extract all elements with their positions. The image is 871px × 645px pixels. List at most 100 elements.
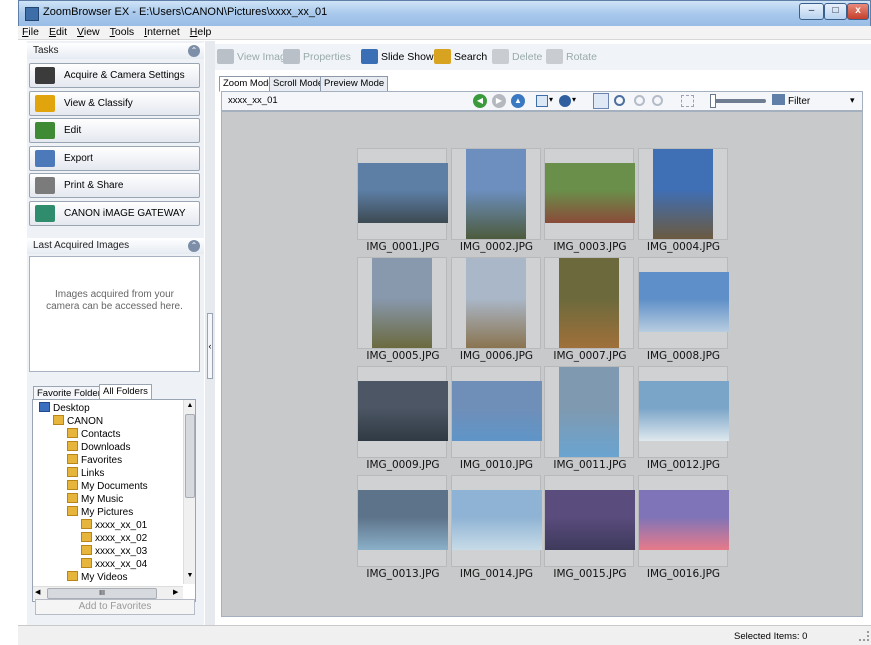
thumbnail-image[interactable]: [358, 163, 448, 223]
panel-splitter[interactable]: ‹: [205, 41, 215, 625]
zoom-reset-icon[interactable]: [652, 95, 663, 106]
zoom-out-icon[interactable]: [634, 95, 645, 106]
thumbnail-image[interactable]: [638, 490, 729, 550]
thumbnail[interactable]: IMG_0015.JPG: [544, 475, 635, 580]
thumbnail-image[interactable]: [638, 381, 729, 441]
thumbnail-image[interactable]: [358, 490, 448, 550]
collapse-last-acquired-icon[interactable]: ⌃: [188, 240, 200, 252]
thumbnail[interactable]: IMG_0016.JPG: [637, 475, 729, 580]
menu-edit[interactable]: Edit: [45, 26, 71, 39]
thumbnail-image[interactable]: [545, 490, 635, 550]
tree-hscroll-thumb[interactable]: III: [47, 588, 157, 599]
thumbnail[interactable]: IMG_0004.JPG: [637, 148, 728, 253]
select-pointer-icon[interactable]: [593, 93, 609, 109]
minimize-button[interactable]: –: [799, 3, 824, 20]
thumbnail-image[interactable]: [465, 149, 526, 239]
thumbnail-image[interactable]: [638, 272, 729, 332]
thumbnail[interactable]: IMG_0006.JPG: [450, 257, 541, 362]
thumbnail[interactable]: IMG_0003.JPG: [544, 148, 635, 253]
resize-grip-icon[interactable]: [859, 631, 869, 641]
display-options-dropdown-icon[interactable]: ▾: [549, 95, 553, 104]
forward-icon[interactable]: ▶: [492, 94, 506, 108]
tree-item[interactable]: xxxx_xx_04: [81, 558, 147, 571]
tab-scroll-mode[interactable]: Scroll Mode: [269, 76, 328, 92]
tree-item[interactable]: Favorites: [67, 454, 122, 467]
close-button[interactable]: x: [847, 3, 869, 20]
tree-item[interactable]: Downloads: [67, 441, 130, 454]
scroll-up-icon[interactable]: ▲: [185, 402, 195, 412]
up-folder-icon[interactable]: ▲: [511, 94, 525, 108]
menu-view[interactable]: View: [73, 26, 104, 39]
tree-item[interactable]: xxxx_xx_02: [81, 532, 147, 545]
thumbnail[interactable]: IMG_0014.JPG: [450, 475, 542, 580]
thumbnail[interactable]: IMG_0001.JPG: [357, 148, 448, 253]
thumbnail-image[interactable]: [465, 258, 526, 348]
fit-window-icon[interactable]: [681, 95, 694, 107]
task-printer[interactable]: Print & Share: [29, 173, 200, 198]
properties-button[interactable]: Properties: [283, 47, 351, 67]
view-image-button[interactable]: View Image: [217, 47, 292, 67]
tree-item[interactable]: Contacts: [67, 428, 120, 441]
tree-item[interactable]: My Music: [67, 493, 123, 506]
filter-dropdown-icon[interactable]: ▾: [850, 95, 855, 106]
menu-tools[interactable]: Tools: [106, 26, 139, 39]
thumbnail-image[interactable]: [545, 163, 635, 223]
tree-item[interactable]: My Videos: [67, 571, 128, 584]
info-icon[interactable]: [559, 95, 571, 107]
thumbnail[interactable]: IMG_0002.JPG: [450, 148, 541, 253]
search-button[interactable]: Search: [434, 47, 487, 67]
thumbnail[interactable]: IMG_0009.JPG: [357, 366, 448, 471]
thumbnail-size-slider[interactable]: [714, 99, 766, 103]
task-image-gateway[interactable]: CANON iMAGE GATEWAY: [29, 200, 200, 226]
thumbnail-image[interactable]: [652, 149, 713, 239]
menu-file[interactable]: File: [18, 26, 43, 39]
scroll-down-icon[interactable]: ▼: [185, 572, 195, 582]
info-dropdown-icon[interactable]: ▾: [572, 95, 576, 104]
slider-knob[interactable]: [710, 94, 716, 108]
back-icon[interactable]: ◀: [473, 94, 487, 108]
tree-item[interactable]: xxxx_xx_03: [81, 545, 147, 558]
menu-help[interactable]: Help: [186, 26, 216, 39]
filter-control[interactable]: Filter: [772, 94, 810, 107]
thumbnail[interactable]: IMG_0005.JPG: [357, 257, 447, 362]
task-edit[interactable]: Edit: [29, 118, 200, 143]
thumbnail[interactable]: IMG_0008.JPG: [637, 257, 729, 362]
tree-item[interactable]: Links: [67, 467, 104, 480]
add-to-favorites-button[interactable]: Add to Favorites: [35, 599, 195, 615]
tree-horizontal-scrollbar[interactable]: ◀ III ▶: [33, 586, 183, 600]
maximize-button[interactable]: □: [824, 3, 847, 20]
rotate-button[interactable]: Rotate: [546, 47, 597, 67]
tree-scroll-thumb[interactable]: [185, 414, 195, 498]
scroll-right-icon[interactable]: ▶: [173, 588, 178, 596]
display-options-icon[interactable]: [536, 95, 548, 107]
scroll-left-icon[interactable]: ◀: [35, 588, 40, 596]
delete-button[interactable]: Delete: [492, 47, 542, 67]
zoom-in-icon[interactable]: [614, 95, 625, 106]
task-export[interactable]: Export: [29, 145, 200, 171]
slideshow-button[interactable]: Slide Show: [361, 47, 434, 67]
tree-item[interactable]: Desktop: [39, 402, 90, 415]
thumbnail-image[interactable]: [559, 367, 619, 457]
thumbnail[interactable]: IMG_0012.JPG: [637, 366, 729, 471]
thumbnail[interactable]: IMG_0007.JPG: [544, 257, 634, 362]
tree-item[interactable]: CANON: [53, 415, 103, 428]
task-camera[interactable]: Acquire & Camera Settings: [29, 63, 200, 88]
thumbnail-image[interactable]: [358, 381, 448, 441]
tree-item[interactable]: xxxx_xx_01: [81, 519, 147, 532]
thumbnail-image[interactable]: [559, 258, 619, 348]
thumbnail[interactable]: IMG_0011.JPG: [544, 366, 634, 471]
thumbnail-image[interactable]: [451, 490, 542, 550]
tab-all-folders[interactable]: All Folders: [99, 384, 152, 400]
menu-internet[interactable]: Internet: [140, 26, 184, 39]
tree-vertical-scrollbar[interactable]: ▲ ▼: [183, 400, 195, 584]
thumbnail-image[interactable]: [372, 258, 432, 348]
task-view-classify[interactable]: View & Classify: [29, 90, 200, 116]
collapse-tasks-icon[interactable]: ⌃: [188, 45, 200, 57]
tree-item[interactable]: My Documents: [67, 480, 148, 493]
collapse-panel-icon[interactable]: ‹: [207, 313, 213, 379]
thumbnail-image[interactable]: [451, 381, 542, 441]
tab-preview-mode[interactable]: Preview Mode: [320, 76, 389, 92]
tree-item[interactable]: My Pictures: [67, 506, 133, 519]
thumbnail[interactable]: IMG_0013.JPG: [357, 475, 448, 580]
thumbnail[interactable]: IMG_0010.JPG: [450, 366, 542, 471]
